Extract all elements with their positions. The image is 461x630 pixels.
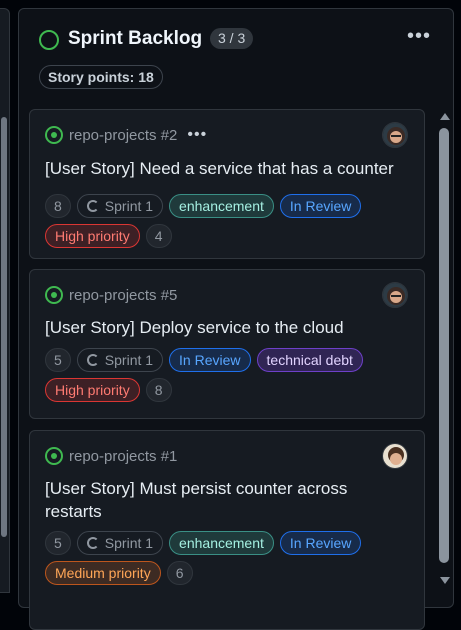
column-status-icon xyxy=(39,30,59,50)
column-scrollbar[interactable] xyxy=(437,106,453,590)
card-title[interactable]: [User Story] Must persist counter across… xyxy=(45,477,405,523)
label-enhancement[interactable]: enhancement xyxy=(169,194,274,218)
issue-reference[interactable]: repo-projects #2 xyxy=(69,127,177,144)
assignee-avatar[interactable] xyxy=(382,122,408,148)
scroll-thumb[interactable] xyxy=(439,128,449,563)
card-fields: 5 Sprint 1 enhancement In Review Medium … xyxy=(45,531,415,585)
status-in-review: In Review xyxy=(279,531,362,555)
story-points-token: 8 xyxy=(45,194,71,218)
issue-card[interactable]: repo-projects #5 [User Story] Deploy ser… xyxy=(29,269,425,419)
issue-card[interactable]: repo-projects #1 [User Story] Must persi… xyxy=(29,430,425,630)
card-title[interactable]: [User Story] Deploy service to the cloud xyxy=(45,316,405,339)
open-issue-icon xyxy=(45,447,63,465)
card-menu-icon[interactable]: ••• xyxy=(187,126,207,144)
label-technical-debt[interactable]: technical debt xyxy=(256,348,363,372)
assignee-avatar[interactable] xyxy=(382,443,408,469)
column-title: Sprint Backlog xyxy=(68,28,203,49)
column-menu-icon[interactable]: ••• xyxy=(407,25,431,48)
priority-high: High priority xyxy=(45,224,140,248)
card-title[interactable]: [User Story] Need a service that has a c… xyxy=(45,157,405,180)
story-points-token: 5 xyxy=(45,348,71,372)
sprint-token: Sprint 1 xyxy=(76,531,164,555)
status-in-review: In Review xyxy=(169,348,251,372)
open-issue-icon xyxy=(45,286,63,304)
sprint-token: Sprint 1 xyxy=(76,348,164,372)
priority-medium: Medium priority xyxy=(45,561,161,585)
story-points-sum: Story points: 18 xyxy=(39,65,163,89)
iteration-icon xyxy=(86,537,99,549)
scroll-down-icon[interactable] xyxy=(440,577,450,584)
estimate-token: 4 xyxy=(145,224,172,248)
column-item-count: 3 / 3 xyxy=(210,28,254,49)
issue-reference[interactable]: repo-projects #5 xyxy=(69,287,177,304)
issue-card[interactable]: repo-projects #2 ••• [User Story] Need a… xyxy=(29,109,425,259)
estimate-token: 6 xyxy=(166,561,193,585)
story-points-token: 5 xyxy=(45,531,71,555)
adjacent-column-scrollbar[interactable] xyxy=(1,117,7,537)
open-issue-icon xyxy=(45,126,63,144)
estimate-token: 8 xyxy=(145,378,172,402)
label-enhancement[interactable]: enhancement xyxy=(169,531,274,555)
scroll-up-icon[interactable] xyxy=(440,113,450,120)
sprint-label: Sprint 1 xyxy=(104,535,154,551)
column-header: Sprint Backlog 3 / 3 ••• Story points: 1… xyxy=(19,9,453,99)
card-fields: 8 Sprint 1 enhancement In Review High pr… xyxy=(45,194,415,248)
issue-reference[interactable]: repo-projects #1 xyxy=(69,448,177,465)
board-column: Sprint Backlog 3 / 3 ••• Story points: 1… xyxy=(18,8,454,630)
sprint-label: Sprint 1 xyxy=(104,352,154,368)
card-fields: 5 Sprint 1 In Review technical debt High… xyxy=(45,348,415,402)
status-in-review: In Review xyxy=(279,194,362,218)
priority-high: High priority xyxy=(45,378,140,402)
iteration-icon xyxy=(86,200,99,212)
iteration-icon xyxy=(86,354,99,366)
sprint-label: Sprint 1 xyxy=(104,198,154,214)
sprint-token: Sprint 1 xyxy=(76,194,164,218)
adjacent-column-edge xyxy=(0,8,10,593)
assignee-avatar[interactable] xyxy=(382,282,408,308)
